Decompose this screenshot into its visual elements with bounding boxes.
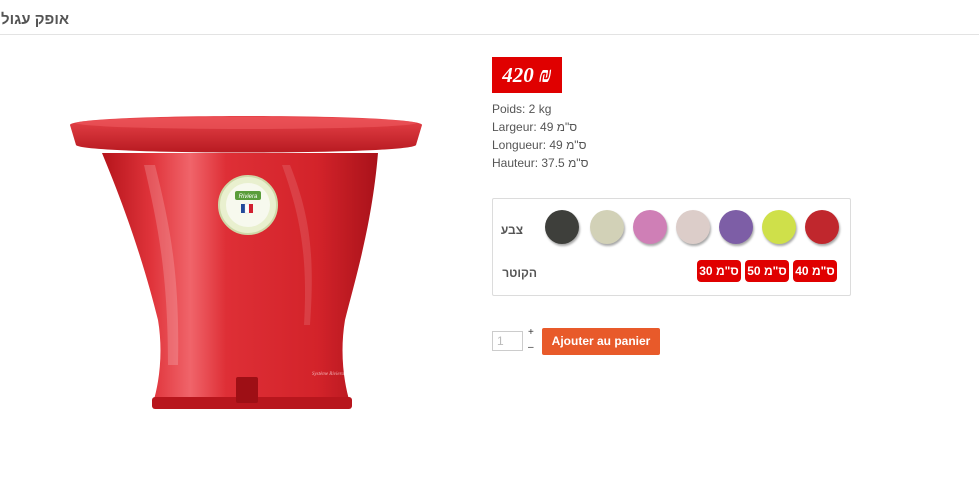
swatch-purple[interactable] — [719, 210, 753, 244]
size-option-50[interactable]: ס"מ 50 — [745, 260, 789, 282]
spec-width: Largeur: 49 ס"מ — [492, 120, 578, 134]
swatch-pink[interactable] — [633, 210, 667, 244]
quantity-increase-button[interactable]: + — [528, 328, 534, 338]
pot-label-text: Système Riviera — [312, 372, 345, 377]
quantity-decrease-button[interactable]: – — [528, 343, 534, 353]
product-specs: Poids: 2 kg Largeur: 49 ס"מ Longueur: 49… — [492, 100, 588, 172]
spec-weight: Poids: 2 kg — [492, 102, 552, 116]
brand-logo-text: Riviera — [239, 194, 258, 200]
quantity-input[interactable] — [492, 331, 523, 351]
swatch-beige[interactable] — [676, 210, 710, 244]
size-option-30[interactable]: ס"מ 30 — [697, 260, 741, 282]
product-title: אופק עגול — [1, 11, 70, 28]
swatch-cream[interactable] — [590, 210, 624, 244]
flower-pot-illustration: Riviera Système Riviera — [70, 116, 422, 409]
product-page: אופק עגול Riviera Système Riviera 420 ₪ … — [0, 0, 979, 478]
color-label: צבע — [500, 223, 523, 237]
spec-length: Longueur: 49 ס"מ — [492, 138, 587, 152]
swatch-red[interactable] — [805, 210, 839, 244]
size-option-40[interactable]: ס"מ 40 — [793, 260, 837, 282]
options-panel: צבע הקוטר ס"מ 40 ס"מ 50 ס"מ 30 — [492, 198, 851, 296]
swatch-lime[interactable] — [762, 210, 796, 244]
header-bar: אופק עגול — [0, 0, 979, 35]
swatch-anthracite[interactable] — [545, 210, 579, 244]
add-to-cart-button[interactable]: Ajouter au panier — [542, 328, 660, 355]
price-badge: 420 ₪ — [492, 57, 562, 93]
spec-height: Hauteur: 37.5 ס"מ — [492, 156, 589, 170]
size-label: הקוטר — [502, 266, 537, 280]
product-image[interactable]: Riviera Système Riviera — [60, 105, 430, 425]
